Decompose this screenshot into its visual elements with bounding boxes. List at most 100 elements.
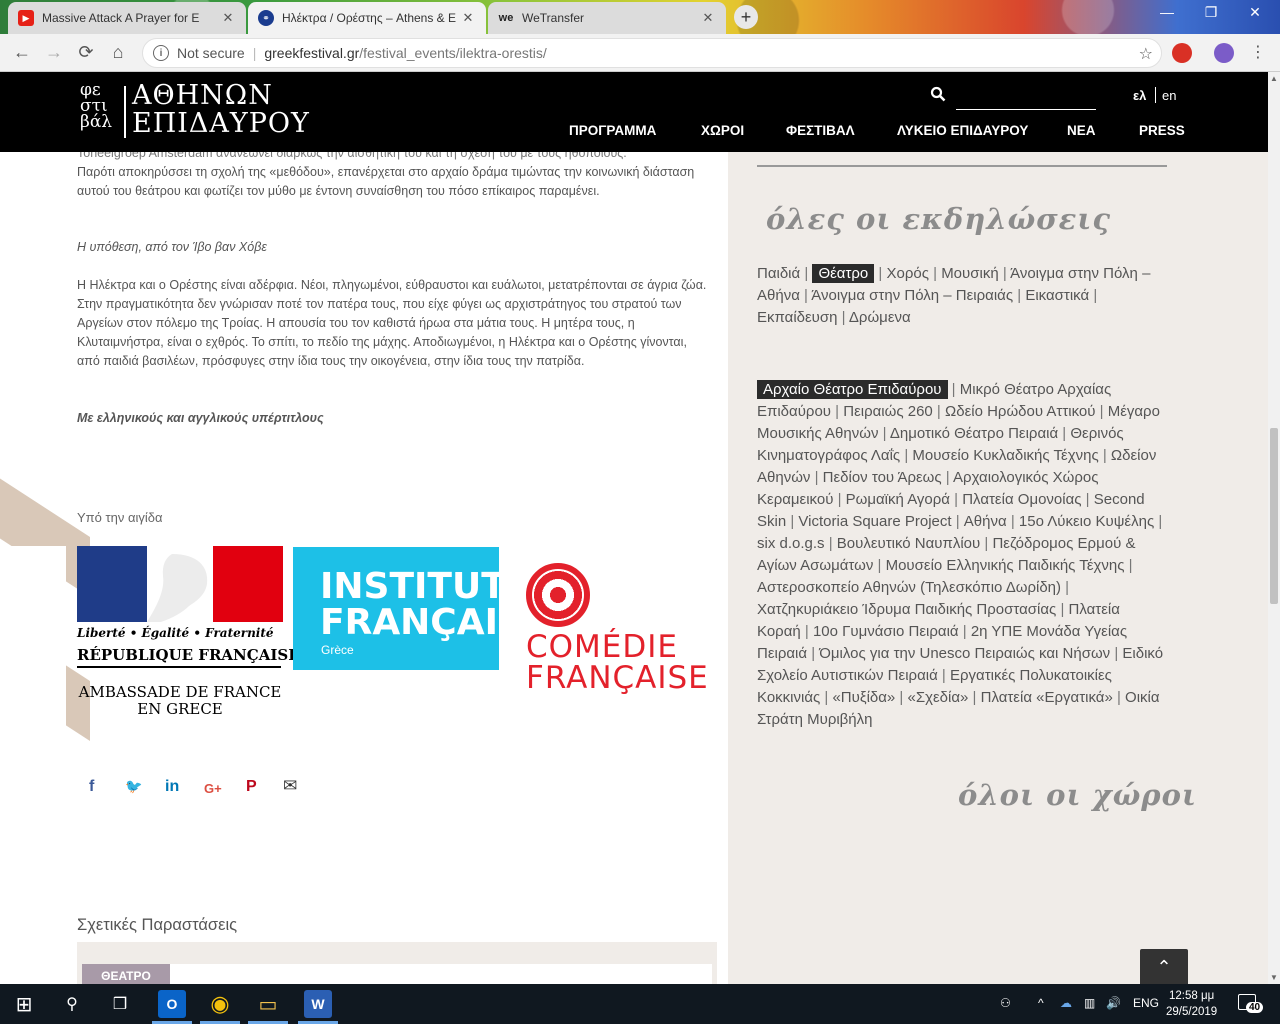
lang-english-link[interactable]: en (1162, 88, 1176, 103)
input-language[interactable]: ENG (1133, 996, 1159, 1010)
file-explorer-icon[interactable]: ▭ (254, 990, 282, 1018)
reload-icon[interactable]: ⟳ (70, 37, 102, 69)
email-icon[interactable]: ✉ (283, 776, 297, 796)
venue-link[interactable]: Ωδείο Ηρώδου Αττικού (945, 403, 1095, 420)
scrollbar-thumb[interactable] (1270, 428, 1278, 604)
outlook-icon[interactable]: O (158, 990, 186, 1018)
venue-link[interactable]: Μουσείο Ελληνικής Παιδικής Τέχνης (886, 557, 1125, 574)
chevron-up-icon[interactable]: ^ (1038, 996, 1044, 1010)
venue-link[interactable]: Αθήνα (964, 513, 1007, 530)
system-clock[interactable]: 12:58 μμ 29/5/2019 (1166, 988, 1217, 1020)
nav-press[interactable]: PRESS (1139, 123, 1185, 138)
restore-icon[interactable]: ❐ (1196, 4, 1226, 21)
venue-link[interactable]: 15ο Λύκειο Κυψέλης (1019, 513, 1154, 530)
bookmark-star-icon[interactable]: ☆ (1139, 44, 1153, 64)
venue-link[interactable]: «Σχεδία» (908, 689, 969, 706)
category-link[interactable]: Εκπαίδευση (757, 309, 838, 326)
twitter-icon[interactable]: 🐦 (125, 778, 142, 795)
scroll-up-icon[interactable]: ▲ (1270, 74, 1278, 83)
page-scrollbar[interactable]: ▲ ▼ (1268, 72, 1280, 984)
list-separator: | (810, 469, 823, 486)
search-icon[interactable] (930, 86, 946, 107)
windows-start-icon[interactable]: ⊞ (10, 990, 38, 1018)
extension-icon[interactable] (1172, 43, 1192, 63)
venue-link[interactable]: 10ο Γυμνάσιο Πειραιά (813, 623, 959, 640)
security-status[interactable]: Not secure (177, 45, 245, 61)
logo-republique-francaise[interactable]: Liberté • Égalité • Fraternité RÉPUBLIQU… (77, 546, 300, 726)
venue-link[interactable]: Πειραιώς 260 (843, 403, 933, 420)
url-domain[interactable]: greekfestival.gr (264, 45, 359, 61)
logo-institut-francais[interactable]: INSTITUT FRANÇAIS Grèce (293, 547, 524, 670)
scroll-down-icon[interactable]: ▼ (1270, 973, 1278, 982)
scroll-to-top-button[interactable]: ⌃ (1140, 949, 1188, 985)
venue-link[interactable]: six d.o.g.s (757, 535, 825, 552)
category-link[interactable]: Χορός (887, 265, 929, 282)
category-link[interactable]: Άνοιγμα στην Πόλη – Πειραιάς (811, 287, 1013, 304)
back-arrow-icon[interactable]: ← (6, 37, 38, 69)
venue-link[interactable]: Πεδίον του Άρεως (823, 469, 942, 486)
category-link[interactable]: Εικαστικά (1025, 287, 1089, 304)
pinterest-icon[interactable]: P (246, 778, 257, 796)
facebook-icon[interactable]: f (89, 778, 94, 796)
menu-dots-icon[interactable]: ⋮ (1250, 42, 1266, 62)
venue-link[interactable]: Βουλευτικό Ναυπλίου (837, 535, 980, 552)
close-icon[interactable]: ✕ (220, 10, 236, 26)
venue-link[interactable]: Πλατεία Ομονοίας (962, 491, 1081, 508)
nav-nea[interactable]: ΝΕΑ (1067, 123, 1096, 138)
nav-programma[interactable]: ΠΡΟΓΡΑΜΜΑ (569, 123, 656, 138)
new-tab-button[interactable]: + (734, 5, 758, 29)
linkedin-icon[interactable]: in (165, 778, 179, 796)
nav-festival[interactable]: ΦΕΣΤΙΒΑΛ (786, 123, 855, 138)
home-icon[interactable]: ⌂ (102, 37, 134, 69)
category-link[interactable]: Δρώμενα (849, 309, 911, 326)
venue-link[interactable]: Ρωμαϊκή Αγορά (846, 491, 950, 508)
venue-link[interactable]: Victoria Square Project (798, 513, 951, 530)
window-close-icon[interactable]: ✕ (1240, 4, 1270, 21)
forward-arrow-icon[interactable]: → (38, 37, 70, 69)
venue-link[interactable]: Όμιλος για την Unesco Πειραιώς και Νήσων (819, 645, 1110, 662)
volume-icon[interactable]: 🔊 (1106, 996, 1121, 1010)
nav-lykeio[interactable]: ΛΥΚΕΙΟ ΕΠΙΔΑΥΡΟΥ (897, 123, 1028, 138)
venue-link[interactable]: Αστεροσκοπείο Αθηνών (Τηλεσκόπιο Δωρίδη) (757, 579, 1061, 596)
category-badge[interactable]: ΘΕΑΤΡΟ (82, 964, 170, 984)
info-icon[interactable]: i (153, 45, 169, 61)
lang-greek-link[interactable]: ελ (1133, 88, 1146, 103)
word-icon[interactable]: W (304, 990, 332, 1018)
tab-wetransfer[interactable]: we WeTransfer ✕ (488, 2, 726, 34)
minimize-icon[interactable]: — (1152, 4, 1182, 20)
list-separator: | (900, 447, 913, 464)
url-path[interactable]: /festival_events/ilektra-orestis/ (359, 45, 547, 61)
venue-link[interactable]: Πλατεία «Εργατικά» (981, 689, 1113, 706)
tab-greek-festival[interactable]: ⚭ Ηλέκτρα / Ορέστης – Athens & E ✕ (248, 2, 486, 34)
google-plus-icon[interactable]: G+ (204, 781, 222, 796)
task-view-icon[interactable]: ❒ (106, 990, 134, 1018)
venue-link[interactable]: Αρχαίο Θέατρο Επιδαύρου (757, 380, 948, 399)
search-icon[interactable]: ⚲ (58, 990, 86, 1018)
logo-festival-word[interactable]: φε στι βάλ (80, 82, 112, 131)
embassy-line: AMBASSADE DE FRANCE (78, 683, 282, 701)
close-icon[interactable]: ✕ (460, 10, 476, 26)
tab-youtube[interactable]: ▶ Massive Attack A Prayer for E ✕ (8, 2, 246, 34)
profile-avatar[interactable] (1214, 43, 1234, 63)
nav-xoroi[interactable]: ΧΩΡΟΙ (701, 123, 744, 138)
onedrive-icon[interactable]: ☁ (1060, 996, 1072, 1010)
list-separator: | (807, 645, 820, 662)
category-link[interactable]: Μουσική (941, 265, 998, 282)
venue-link[interactable]: «Πυξίδα» (832, 689, 895, 706)
venue-link[interactable]: Χατζηκυριάκειο Ίδρυμα Παιδικής Προστασία… (757, 601, 1056, 618)
logo-comedie-francaise[interactable]: COMÉDIE FRANÇAISE (515, 552, 715, 702)
category-link[interactable]: Παιδιά (757, 265, 800, 282)
article-text-cut: Toneelgroep Amsterdam ανανεώνει διαρκώς … (77, 152, 627, 160)
category-link[interactable]: Θέατρο (812, 264, 875, 283)
address-bar[interactable]: i Not secure | greekfestival.gr /festiva… (142, 38, 1162, 68)
close-icon[interactable]: ✕ (700, 10, 716, 26)
chrome-icon[interactable]: ◉ (206, 990, 234, 1018)
logo-title[interactable]: ΑΘΗΝΩΝ ΕΠΙΔΑΥΡΟΥ (132, 82, 310, 138)
list-separator: | (958, 623, 971, 640)
people-icon[interactable]: ⚇ (1000, 996, 1011, 1010)
venue-link[interactable]: Δημοτικό Θέατρο Πειραιά (890, 425, 1058, 442)
related-card[interactable] (82, 964, 712, 984)
venue-link[interactable]: Μουσείο Κυκλαδικής Τέχνης (912, 447, 1098, 464)
network-icon[interactable]: ▥ (1084, 996, 1095, 1010)
site-search-input[interactable] (956, 82, 1096, 110)
